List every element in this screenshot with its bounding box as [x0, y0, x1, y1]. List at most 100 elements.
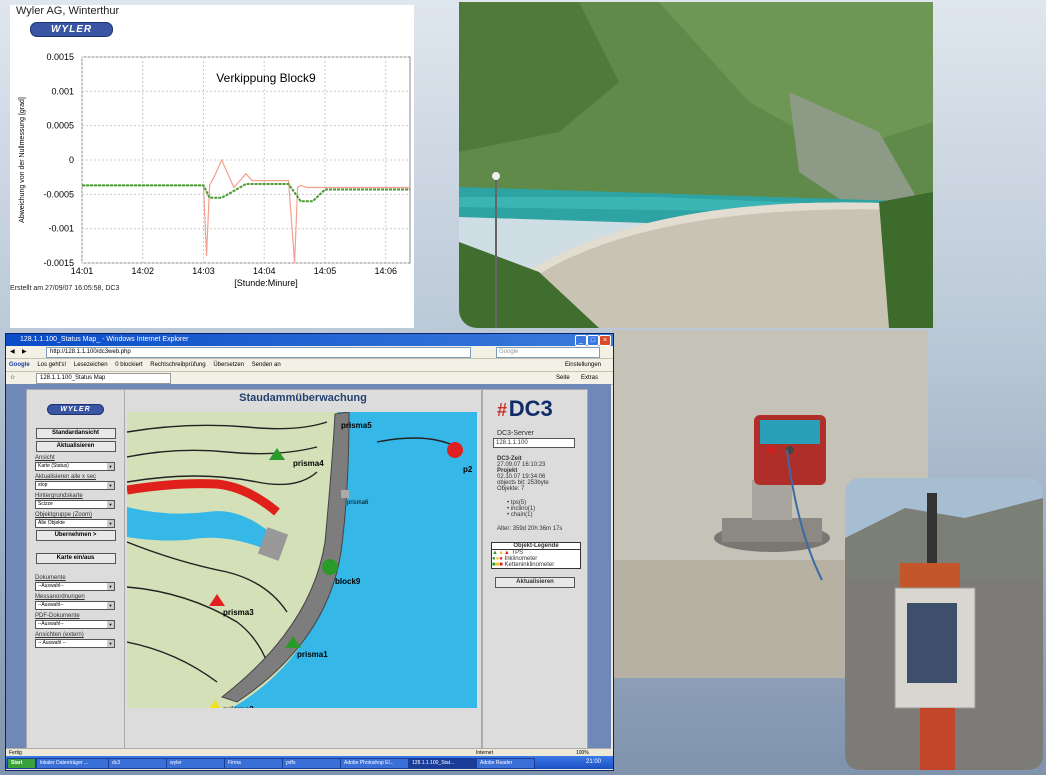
roadside-station-photo [845, 478, 1043, 770]
legend-title: Objekt-Legende [492, 543, 580, 550]
standard-view-button[interactable]: Standardansicht [35, 428, 116, 439]
y-tick-label: 0.001 [51, 86, 74, 96]
toolbar-item-blocked[interactable]: 0 blockiert [115, 359, 142, 371]
y-tick-label: -0.0015 [43, 258, 74, 268]
task-pdfs[interactable]: pdfs [282, 758, 341, 769]
map-label-prisma3: prisma3 [223, 608, 254, 617]
documents-select[interactable]: --Auswahl-- [35, 582, 115, 591]
task-firma[interactable]: Firma [224, 758, 283, 769]
map-label-block9: block9 [335, 577, 361, 586]
block9-marker [322, 559, 338, 575]
task-photoshop[interactable]: Adobe Photoshop El... [340, 758, 409, 769]
tilt-line-chart: 0.00150.0010.00050-0.0005-0.001-0.001514… [19, 52, 411, 288]
clock: 21:00 [586, 759, 602, 765]
close-button[interactable]: × [599, 335, 611, 346]
address-row: ◀ ▶ http://128.1.1.100/dc3web.php Google [6, 346, 613, 359]
map-label-p2: p2 [463, 465, 473, 474]
address-bar[interactable]: http://128.1.1.100/dc3web.php [46, 347, 471, 358]
start-button[interactable]: Start [7, 758, 36, 769]
x-tick-label: 14:04 [253, 266, 276, 276]
chart-title: Verkippung Block9 [216, 71, 316, 85]
view-label: Ansicht [35, 455, 55, 461]
view-select[interactable]: Karte (Status) [35, 462, 115, 471]
minimize-button[interactable]: _ [575, 335, 587, 346]
objects-count: Objekte: 7 [497, 486, 525, 492]
company-name: Wyler AG, Winterthur [16, 5, 120, 17]
search-input[interactable]: Google [496, 347, 600, 358]
server-label: DC3-Server [497, 430, 534, 437]
map-label-prisma5: prisma5 [341, 421, 372, 430]
refresh-button[interactable]: Aktualisieren [35, 441, 116, 452]
object-list: • tps(5) • inclino(1) • chain(1) [507, 500, 587, 518]
forward-icon[interactable]: ▶ [22, 346, 27, 358]
task-dc3[interactable]: dc3 [108, 758, 167, 769]
list-item: • chain(1) [507, 512, 533, 518]
maximize-button[interactable]: □ [587, 335, 599, 346]
tools-menu[interactable]: Extras [581, 372, 598, 384]
task-local-disk[interactable]: lokaler Datenträger ... [36, 758, 109, 769]
toolbar-item-spellcheck[interactable]: Rechtschreibprüfung [150, 359, 205, 371]
y-tick-label: 0 [69, 155, 74, 165]
toolbar-item-go[interactable]: Los geht's! [37, 359, 66, 371]
pdf-select[interactable]: --Auswahl-- [35, 620, 115, 629]
back-icon[interactable]: ◀ [10, 346, 15, 358]
background-map-select[interactable]: Scizze [35, 500, 115, 509]
external-views-select[interactable]: -- Auswahl -- [35, 639, 115, 648]
documents-label: Dokumente [35, 575, 66, 581]
task-adobe-reader[interactable]: Adobe Reader [476, 758, 535, 769]
toolbar-item-send[interactable]: Senden an [252, 359, 281, 371]
x-tick-label: 14:03 [192, 266, 215, 276]
age-text: Alter: 359d 20h 36m 17s [497, 526, 563, 532]
server-info-panel: # DC3 DC3-Server 128.1.1.100 DC3-Zeit 27… [482, 389, 588, 751]
dc3-logo: # DC3 [497, 396, 587, 422]
chart-footer: Erstellt am 27/09/07 16:05:58, DC3 [10, 285, 120, 292]
external-views-label: Ansichten (extern) [35, 632, 84, 638]
dam-status-map: prisma5 prisma4 prisma3 prisma1 prisma2 … [127, 412, 477, 708]
browser-titlebar: 128.1.1.100_Status Map_ - Windows Intern… [6, 334, 613, 346]
object-group-select[interactable]: Alle Objekte [35, 519, 115, 528]
page-title: Staudammüberwachung [239, 392, 367, 404]
google-label: Google [9, 362, 30, 368]
page-menu[interactable]: Seite [556, 372, 570, 384]
y-tick-label: -0.0005 [43, 189, 74, 199]
map-label-prisma6: prisma6 [347, 500, 369, 506]
y-tick-label: 0.0015 [46, 52, 74, 62]
x-tick-label: 14:02 [131, 266, 154, 276]
window-title: 128.1.1.100_Status Map_ - Windows Intern… [20, 336, 189, 343]
favorites-star-icon[interactable]: ☆ [10, 372, 15, 384]
toolbar-item-settings[interactable]: Einstellungen [565, 359, 601, 371]
pdf-label: PDF-Dokumente [35, 613, 80, 619]
x-tick-label: 14:01 [71, 266, 94, 276]
tilt-chart-card: Wyler AG, Winterthur WYLER 0.0015 0.001 0.… [10, 5, 414, 328]
object-group-label: Objektgruppe (Zoom) [35, 512, 93, 518]
panel-logo: WYLER [27, 398, 124, 416]
refresh-interval-select[interactable]: stop [35, 481, 115, 490]
object-legend: Objekt-Legende ▲▲▲ TPS ●●● Inklinometer … [491, 542, 581, 569]
measurement-label: Messanordnungen [35, 594, 85, 600]
tab-status-map[interactable]: 128.1.1.100_Status Map [36, 373, 171, 384]
dc3-hash-icon: # [497, 400, 508, 420]
apply-button[interactable]: Übernehmen > [35, 530, 116, 541]
y-axis-label: Abweichung von der Nullmessung [grad] [19, 97, 26, 223]
browser-window: 128.1.1.100_Status Map_ - Windows Intern… [5, 333, 614, 771]
google-toolbar: Google Los geht's! Lesezeichen 0 blockie… [6, 359, 613, 372]
x-tick-label: 14:05 [314, 266, 337, 276]
dam-photo [459, 2, 933, 328]
panel-logo-text: WYLER [47, 404, 104, 415]
refresh-interval-label: Aktualisieren alle x sec [35, 474, 97, 480]
server-field[interactable]: 128.1.1.100 [493, 438, 575, 448]
x-axis-label: [Stunde:Minure] [234, 278, 298, 288]
control-panel: WYLER Standardansicht Aktualisieren Ansi… [26, 389, 125, 751]
toolbar-item-translate[interactable]: Übersetzen [213, 359, 244, 371]
taskbar: Start lokaler Datenträger ... dc3 wyler … [6, 756, 613, 769]
task-wyler[interactable]: wyler [166, 758, 225, 769]
map-toggle-button[interactable]: Karte ein/aus [35, 553, 116, 564]
task-browser[interactable]: 128.1.1.100_Stat... [408, 758, 477, 769]
map-label-prisma2: prisma2 [223, 705, 254, 708]
page-content: WYLER Standardansicht Aktualisieren Ansi… [6, 384, 611, 751]
legend-item-chain: ■■■ Ketteninklinometer [492, 562, 555, 568]
measurement-select[interactable]: --Auswahl-- [35, 601, 115, 610]
toolbar-item-bookmarks[interactable]: Lesezeichen [74, 359, 108, 371]
dam-map-panel: Staudammüberwachung prisma5 prisma4 pris… [124, 389, 482, 751]
right-refresh-button[interactable]: Aktualisieren [495, 577, 575, 588]
